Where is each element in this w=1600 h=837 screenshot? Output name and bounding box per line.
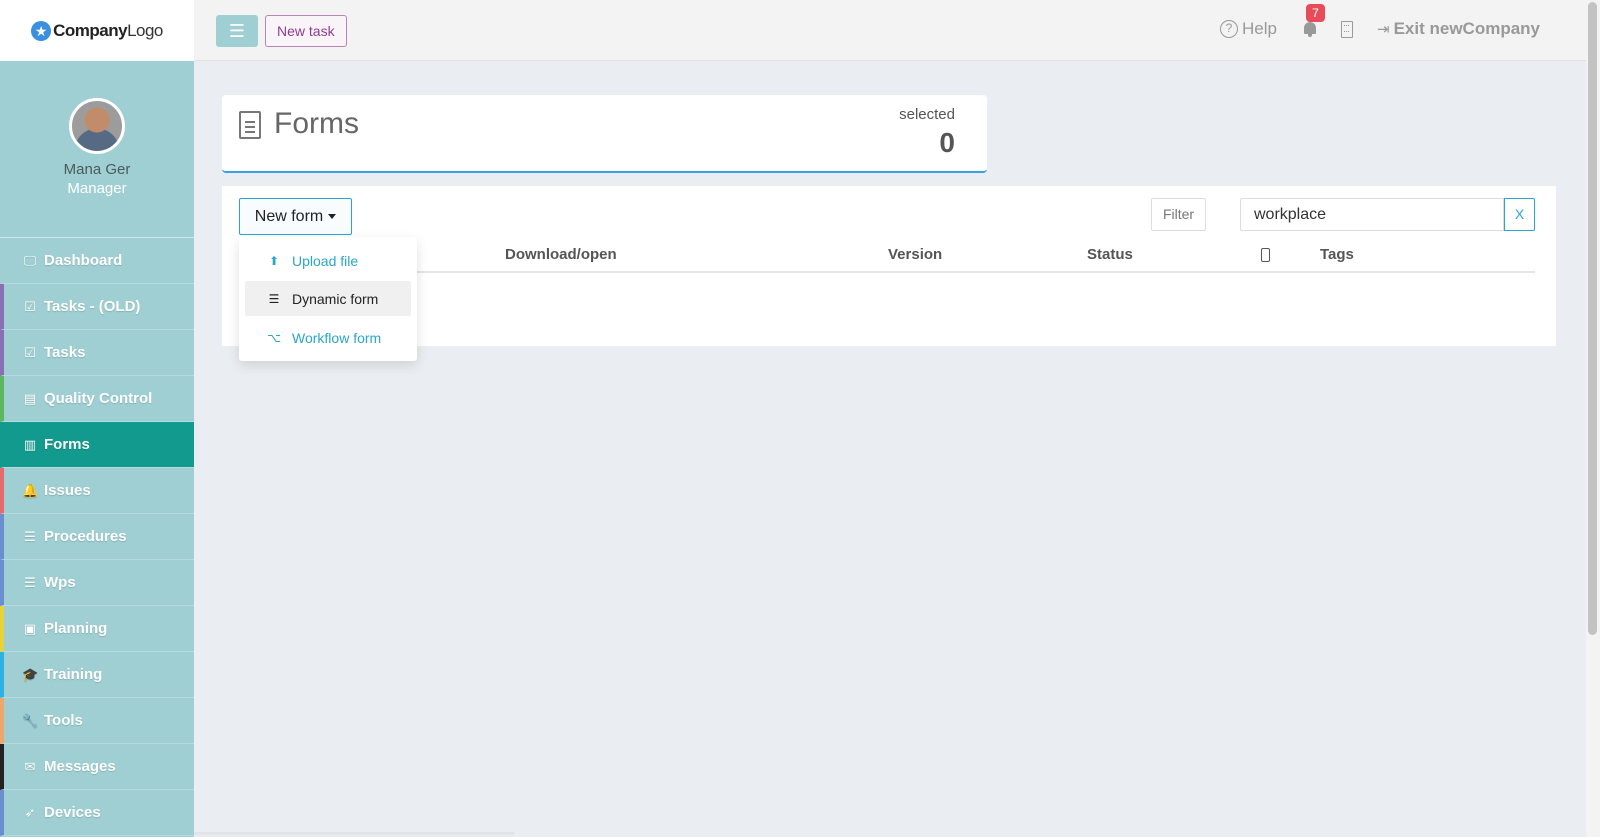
table-header: Download/open Version Status Tags [239, 236, 1535, 273]
column-header-status[interactable]: Status [1087, 246, 1133, 263]
sidebar-item-tasks-old[interactable]: ☑ Tasks - (OLD) [0, 284, 194, 330]
sidebar-item-issues[interactable]: 🔔 Issues [0, 468, 194, 514]
page-header-card: Forms selected 0 [222, 95, 987, 173]
menu-item-workflow-form[interactable]: ⌥ Workflow form [245, 320, 411, 355]
check-square-icon: ☑ [24, 298, 36, 314]
sidebar-item-label: Tasks [44, 344, 86, 361]
sidebar-item-label: Quality Control [44, 390, 153, 407]
new-form-dropdown-button[interactable]: New form [239, 198, 352, 235]
menu-item-label: Upload file [292, 252, 359, 269]
sidebar-item-tasks[interactable]: ☑ Tasks [0, 330, 194, 376]
sidebar-item-label: Messages [44, 758, 116, 775]
sidebar-item-procedures[interactable]: ☰ Procedures [0, 514, 194, 560]
bottom-shadow [194, 832, 514, 837]
sidebar-item-planning[interactable]: ▣ Planning [0, 606, 194, 652]
scrollbar-thumb[interactable] [1588, 2, 1597, 635]
caret-down-icon [328, 214, 337, 219]
company-logo[interactable]: ★ CompanyLogo [0, 0, 194, 61]
menu-toggle-button[interactable]: ☰ [216, 15, 258, 47]
top-bar: ☰ New task ? Help 7 ⇥ Exit newCompany [194, 0, 1586, 61]
sidebar-item-label: Tasks - (OLD) [44, 298, 141, 315]
sidebar-item-label: Wps [44, 574, 76, 591]
search-input[interactable] [1240, 198, 1504, 231]
sidebar-item-label: Procedures [44, 528, 127, 545]
menu-item-upload-file[interactable]: ⬆ Upload file [245, 243, 411, 278]
forms-panel: New form Filter X Download/open Version … [222, 186, 1556, 346]
sidebar-item-label: Forms [44, 436, 90, 453]
vertical-scrollbar[interactable] [1586, 0, 1600, 837]
sidebar-item-quality-control[interactable]: ▤ Quality Control [0, 376, 194, 422]
sidebar-item-training[interactable]: 🎓 Training [0, 652, 194, 698]
user-profile: Mana Ger Manager [0, 61, 194, 238]
help-link[interactable]: ? Help [1220, 19, 1277, 39]
upload-icon: ⬆ [268, 253, 280, 268]
clear-search-button[interactable]: X [1504, 198, 1535, 231]
sidebar-item-devices[interactable]: ➶ Devices [0, 790, 194, 836]
menu-item-dynamic-form[interactable]: ☰ Dynamic form [245, 281, 411, 316]
check-square-icon: ☑ [24, 344, 36, 360]
exit-company-link[interactable]: ⇥ Exit newCompany [1377, 19, 1540, 39]
sidebar-item-label: Planning [44, 620, 108, 637]
calendar-check-icon: ▣ [23, 620, 37, 636]
filter-button[interactable]: Filter [1151, 198, 1206, 231]
sidebar-item-tools[interactable]: 🔧 Tools [0, 698, 194, 744]
user-name: Mana Ger [63, 161, 131, 178]
new-form-label: New form [254, 207, 324, 225]
envelope-icon: ✉ [24, 758, 36, 774]
sidebar-item-label: Tools [44, 712, 83, 729]
sidebar-item-wps[interactable]: ☰ Wps [0, 560, 194, 606]
selected-label: selected [899, 106, 955, 123]
new-form-dropdown-menu: ⬆ Upload file ☰ Dynamic form ⌥ Workflow for… [239, 237, 417, 361]
notification-count-badge: 7 [1306, 4, 1325, 22]
page-title: Forms [274, 107, 359, 140]
question-circle-icon: ? [1220, 20, 1238, 38]
avatar[interactable] [69, 98, 125, 154]
menu-item-label: Dynamic form [292, 290, 379, 307]
sidebar: ★ CompanyLogo Mana Ger Manager 🖵 Dashboar… [0, 0, 194, 837]
logo-text-rest: Logo [127, 20, 163, 40]
hamburger-icon: ☰ [228, 20, 246, 41]
sidebar-item-dashboard[interactable]: 🖵 Dashboard [0, 238, 194, 284]
column-header-download-open[interactable]: Download/open [505, 246, 617, 263]
graduation-cap-icon: 🎓 [22, 666, 39, 682]
star-icon: ★ [31, 20, 52, 41]
selected-count: 0 [939, 127, 955, 158]
column-header-version[interactable]: Version [888, 246, 942, 263]
monitor-icon: 🖵 [23, 252, 37, 268]
notifications-bell-icon[interactable] [1302, 20, 1318, 38]
file-text-icon [239, 111, 261, 139]
help-label: Help [1242, 19, 1277, 38]
sidebar-item-label: Issues [44, 482, 91, 499]
list-icon: ☰ [24, 528, 36, 544]
bell-icon: 🔔 [22, 482, 39, 498]
list-icon: ☰ [268, 291, 280, 306]
sidebar-item-label: Devices [44, 804, 101, 821]
workflow-icon: ⌥ [267, 330, 281, 345]
building-icon[interactable] [1341, 21, 1353, 38]
sidebar-item-label: Training [44, 666, 103, 683]
menu-item-label: Workflow form [292, 329, 382, 346]
file-text-icon: ▥ [23, 436, 37, 452]
wrench-icon: 🔧 [22, 712, 39, 728]
rocket-icon: ➶ [24, 804, 36, 820]
sidebar-item-label: Dashboard [44, 252, 123, 269]
exit-label: Exit newCompany [1393, 19, 1540, 38]
user-role: Manager [67, 180, 127, 197]
list-icon: ☰ [24, 574, 36, 590]
mobile-phone-icon [1261, 248, 1270, 262]
sidebar-item-forms[interactable]: ▥ Forms [0, 422, 194, 468]
column-header-tags[interactable]: Tags [1320, 246, 1354, 263]
new-task-button[interactable]: New task [265, 15, 347, 47]
logo-text-bold: Company [53, 20, 128, 40]
book-icon: ▤ [23, 390, 37, 406]
sidebar-nav: 🖵 Dashboard ☑ Tasks - (OLD) ☑ Tasks ▤ Quality C… [0, 238, 194, 836]
sign-out-icon: ⇥ [1377, 21, 1390, 38]
sidebar-item-messages[interactable]: ✉ Messages [0, 744, 194, 790]
